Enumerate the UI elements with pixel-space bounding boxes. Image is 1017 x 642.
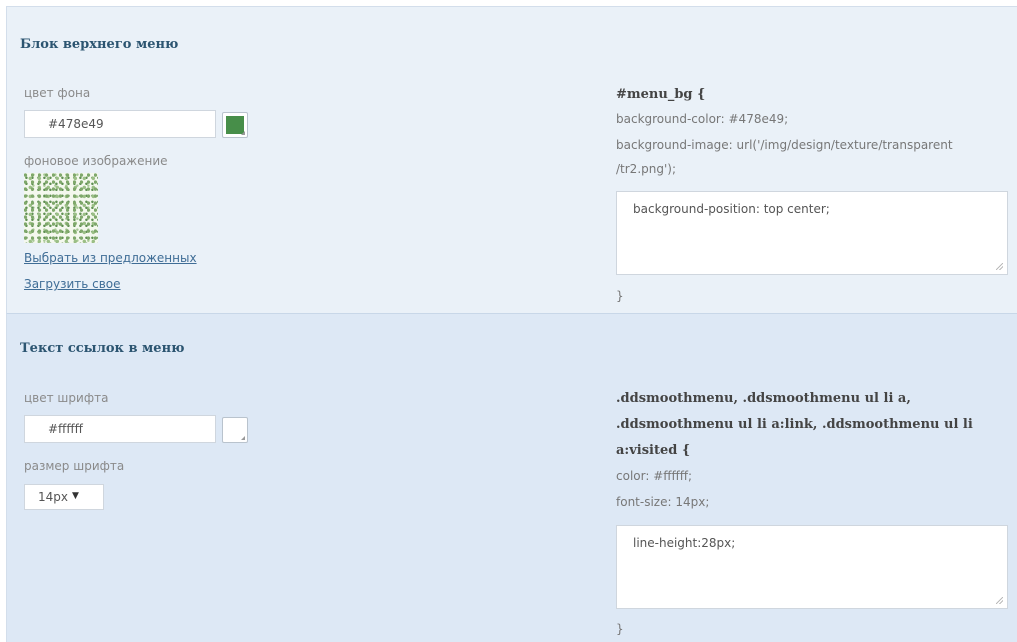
resize-grip-icon[interactable] [996, 263, 1003, 270]
bg-color-input[interactable]: #478e49 [24, 110, 216, 138]
css-line-bg-color: background-color: #478e49; [616, 112, 789, 126]
font-size-value: 14px [38, 490, 68, 504]
font-color-input[interactable]: #ffffff [24, 415, 216, 443]
menu-bg-css-textarea[interactable]: background-position: top center; [616, 191, 1008, 275]
dropdown-arrow-icon: ▼ [72, 491, 79, 501]
css-selector-line-1: .ddsmoothmenu, .ddsmoothmenu ul li a, [616, 391, 911, 406]
menu-block-title: Блок верхнего меню [20, 37, 179, 52]
menu-links-css-textarea-value: line-height:28px; [633, 536, 736, 550]
css-selector-menu-bg: #menu_bg { [616, 87, 706, 102]
bg-image-preview[interactable] [24, 173, 98, 243]
menu-bg-css-textarea-value: background-position: top center; [633, 202, 830, 216]
choose-from-suggested-link[interactable]: Выбрать из предложенных [24, 251, 197, 265]
css-close-brace: } [616, 289, 624, 303]
resize-grip-icon[interactable] [996, 597, 1003, 604]
css-line-bg-image: background-image: url('/img/design/textu… [616, 138, 953, 152]
font-size-label: размер шрифта [24, 459, 125, 473]
upload-own-link[interactable]: Загрузить свое [24, 277, 121, 291]
css-line-color: color: #ffffff; [616, 469, 693, 483]
menu-links-css-textarea[interactable]: line-height:28px; [616, 525, 1008, 609]
css-selector-line-3: a:visited { [616, 443, 691, 458]
css-selector-line-2: .ddsmoothmenu ul li a:link, .ddsmoothmen… [616, 417, 973, 432]
font-size-select[interactable]: 14px ▼ [24, 484, 104, 510]
bg-image-label: фоновое изображение [24, 154, 168, 168]
font-color-label: цвет шрифта [24, 391, 109, 405]
css-line-font-size: font-size: 14px; [616, 495, 710, 509]
font-color-picker-button[interactable] [222, 417, 248, 443]
css-close-brace: } [616, 622, 624, 636]
picker-corner-icon [241, 436, 245, 440]
bg-color-label: цвет фона [24, 86, 91, 100]
picker-corner-icon [241, 131, 245, 135]
css-line-bg-image-cont: /tr2.png'); [616, 162, 676, 176]
menu-links-title: Текст ссылок в меню [20, 341, 185, 356]
bg-color-picker-button[interactable] [222, 112, 248, 138]
